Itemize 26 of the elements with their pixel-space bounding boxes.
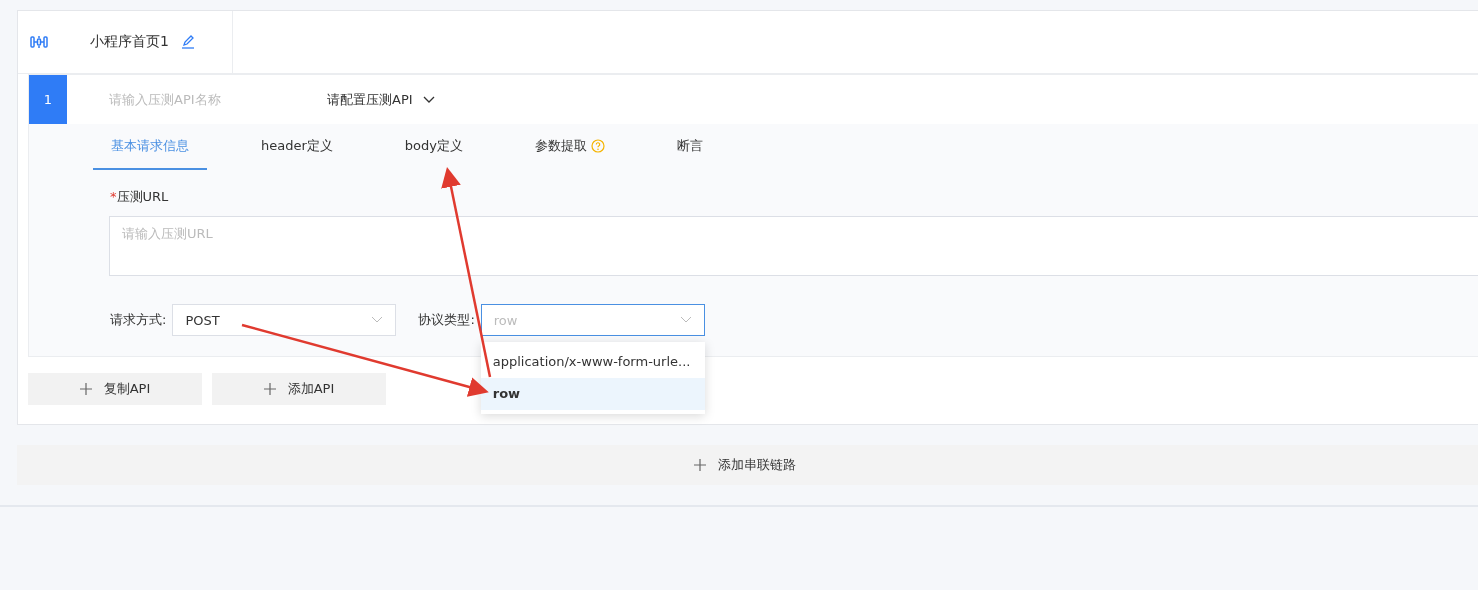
tab[interactable]: 断言	[658, 124, 721, 170]
api-name-input[interactable]: 请输入压测API名称	[107, 91, 311, 108]
tab[interactable]: header定义	[243, 124, 351, 170]
api-index: 1	[29, 75, 67, 124]
add-chain-button[interactable]: 添加串联链路	[17, 445, 1478, 485]
tab[interactable]: body定义	[386, 124, 481, 170]
protocol-label: 协议类型:	[418, 311, 475, 329]
method-label: 请求方式:	[110, 311, 167, 329]
chevron-down-icon	[371, 316, 384, 324]
plus-icon	[79, 383, 92, 395]
sliders-icon	[30, 35, 48, 49]
plus-icon	[263, 383, 276, 395]
add-button[interactable]: 复制API	[28, 373, 202, 405]
edit-icon[interactable]	[180, 35, 195, 49]
api-select[interactable]: 请配置压测API	[327, 90, 435, 109]
chevron-down-icon	[422, 95, 435, 104]
dropdown-option[interactable]: row	[480, 378, 705, 410]
flow-title: 小程序首页1	[90, 33, 169, 51]
dropdown-option[interactable]: application/x-www-form-urle...	[480, 346, 705, 378]
method-select[interactable]: POST	[172, 304, 397, 336]
url-label: *压测URL	[110, 188, 170, 206]
add-button[interactable]: 添加API	[212, 373, 386, 405]
tab[interactable]: 参数提取	[516, 124, 623, 170]
plus-icon	[694, 459, 706, 471]
url-input[interactable]: 请输入压测URL	[109, 216, 1478, 276]
chevron-down-icon	[679, 316, 692, 324]
